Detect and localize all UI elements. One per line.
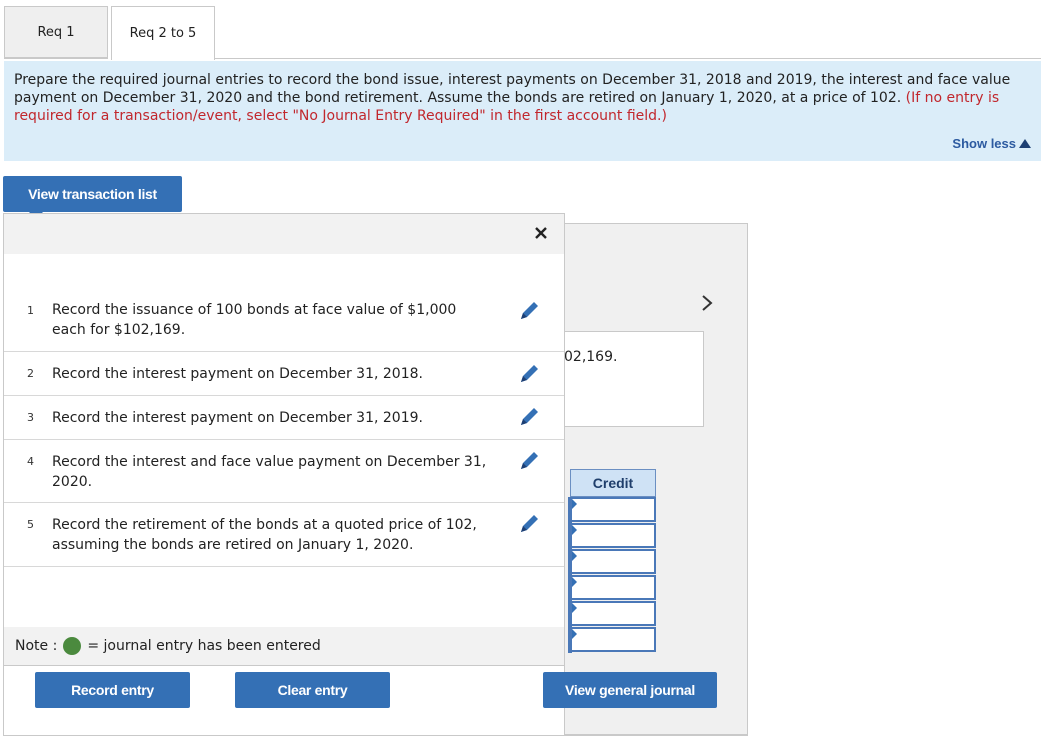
- transaction-number: 2: [27, 367, 34, 380]
- transaction-text: Record the interest payment on December …: [52, 366, 423, 382]
- credit-input[interactable]: [570, 497, 656, 522]
- clear-entry-button[interactable]: Clear entry: [235, 672, 390, 708]
- transaction-row[interactable]: 5 Record the retirement of the bonds at …: [4, 503, 564, 567]
- record-entry-button[interactable]: Record entry: [35, 672, 190, 708]
- triangle-up-icon: [1019, 139, 1031, 148]
- transaction-number: 4: [27, 455, 34, 468]
- partial-amount-text: 02,169.: [564, 349, 618, 365]
- tab-label: Req 1: [37, 24, 75, 40]
- transaction-row[interactable]: 4 Record the interest and face value pay…: [4, 440, 564, 503]
- button-label: View general journal: [565, 682, 695, 698]
- note-text: = journal entry has been entered: [87, 638, 321, 654]
- close-icon[interactable]: [534, 221, 548, 245]
- credit-input[interactable]: [570, 627, 656, 652]
- transaction-text: Record the interest payment on December …: [52, 410, 423, 426]
- pencil-icon[interactable]: [517, 299, 541, 323]
- marker-icon: [572, 499, 577, 509]
- marker-icon: [572, 551, 577, 561]
- pencil-icon[interactable]: [517, 512, 541, 536]
- tab-divider: [4, 58, 108, 59]
- credit-input[interactable]: [570, 601, 656, 626]
- view-general-journal-button[interactable]: View general journal: [543, 672, 717, 708]
- button-label: View transaction list: [28, 186, 157, 202]
- entered-indicator-icon: [63, 637, 82, 655]
- show-less-label: Show less: [952, 136, 1016, 151]
- transaction-description-box: 02,169.: [562, 331, 704, 427]
- marker-icon: [572, 525, 577, 535]
- popup-header: [4, 214, 564, 254]
- button-label: Record entry: [71, 682, 154, 698]
- transaction-text: Record the retirement of the bonds at a …: [52, 517, 477, 553]
- marker-icon: [572, 629, 577, 639]
- transaction-number: 3: [27, 411, 34, 424]
- chevron-right-icon[interactable]: [700, 293, 714, 317]
- tab-req-1[interactable]: Req 1: [4, 6, 108, 58]
- pencil-icon[interactable]: [517, 449, 541, 473]
- marker-icon: [572, 577, 577, 587]
- tab-divider: [215, 58, 1041, 59]
- view-transaction-list-button[interactable]: View transaction list: [3, 176, 182, 219]
- transaction-number: 5: [27, 518, 34, 531]
- credit-input[interactable]: [570, 523, 656, 548]
- button-label: Clear entry: [277, 682, 348, 698]
- transaction-text: Record the issuance of 100 bonds at face…: [52, 302, 457, 338]
- transaction-text: Record the interest and face value payme…: [52, 454, 487, 490]
- show-less-link[interactable]: Show less: [952, 135, 1031, 153]
- instructions-text: Prepare the required journal entries to …: [14, 72, 1011, 106]
- marker-icon: [572, 603, 577, 613]
- transaction-row[interactable]: 1 Record the issuance of 100 bonds at fa…: [4, 290, 564, 352]
- credit-input[interactable]: [570, 575, 656, 600]
- note-label: Note :: [15, 638, 58, 654]
- transaction-list-popup: 1 Record the issuance of 100 bonds at fa…: [3, 213, 565, 666]
- tab-req-2-to-5[interactable]: Req 2 to 5: [111, 6, 215, 60]
- transaction-row[interactable]: 2 Record the interest payment on Decembe…: [4, 352, 564, 396]
- tab-label: Req 2 to 5: [129, 26, 197, 41]
- legend-note: Note : = journal entry has been entered: [4, 627, 564, 665]
- instructions-panel: Prepare the required journal entries to …: [4, 61, 1041, 161]
- transaction-number: 1: [27, 304, 34, 317]
- credit-input[interactable]: [570, 549, 656, 574]
- credit-column-header: Credit: [570, 469, 656, 497]
- pencil-icon[interactable]: [517, 405, 541, 429]
- pencil-icon[interactable]: [517, 362, 541, 386]
- transaction-row[interactable]: 3 Record the interest payment on Decembe…: [4, 396, 564, 440]
